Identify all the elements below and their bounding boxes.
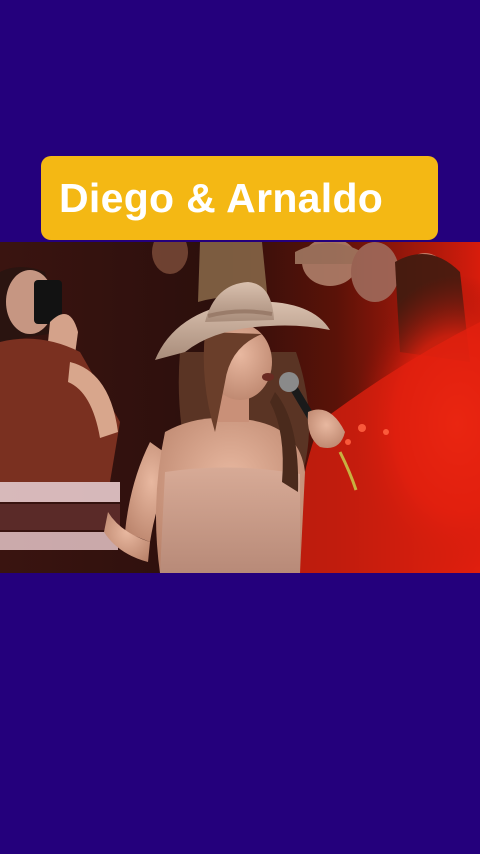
page: Diego & Arnaldo [0,0,480,854]
stage-light-bars [0,482,120,550]
title-badge: Diego & Arnaldo [41,156,438,240]
concert-scene-image [0,242,480,573]
video-frame[interactable] [0,242,480,573]
title-text: Diego & Arnaldo [59,174,384,221]
